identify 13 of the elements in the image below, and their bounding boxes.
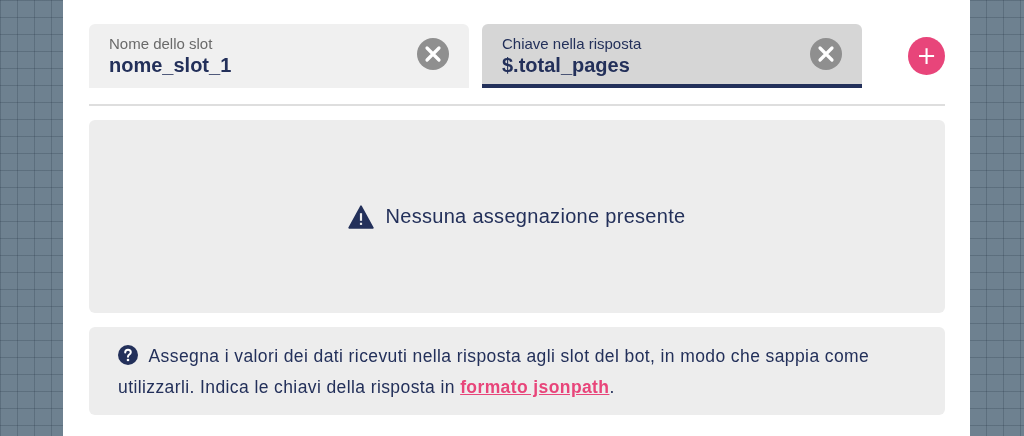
clear-icon[interactable] — [417, 38, 449, 70]
add-button[interactable]: + — [907, 37, 945, 75]
info-text: Assegna i valori dei dati ricevuti nella risposta agli slot del bot, in modo che sappia come utilizzarli. Indica le chiavi della risposta in formato jsonpath. — [118, 344, 871, 399]
field-label: Nome dello slot — [109, 35, 214, 52]
field-value: $.total_pages — [502, 54, 631, 77]
field-label: Chiave nella risposta — [502, 35, 643, 52]
help-icon — [118, 345, 138, 365]
text-field[interactable]: Nome dello slot nome_slot_1 — [89, 24, 469, 88]
clear-icon[interactable] — [809, 38, 842, 70]
text-field[interactable]: Chiave nella risposta $.total_pages — [482, 24, 862, 88]
field-value: nome_slot_1 — [109, 54, 233, 77]
warning-icon — [348, 204, 375, 229]
empty-message: Nessuna assegnazione presente — [385, 205, 686, 228]
